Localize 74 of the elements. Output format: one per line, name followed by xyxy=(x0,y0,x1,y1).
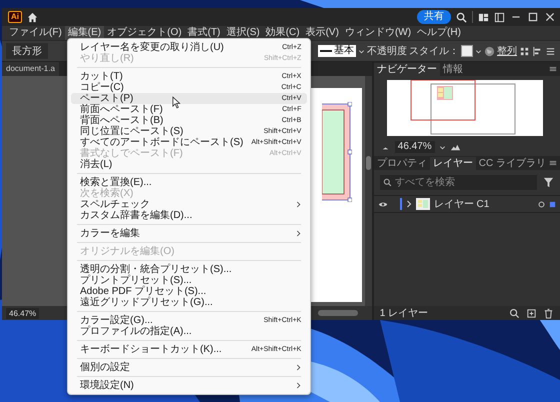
menu-item[interactable]: オブジェクト(O) xyxy=(104,26,185,40)
menu-item[interactable]: ファイル(F) xyxy=(6,26,65,40)
zoom-field[interactable]: 46.47% xyxy=(394,141,435,153)
panel-tab[interactable]: レイヤー xyxy=(430,157,476,170)
menu-item[interactable]: 選択(S) xyxy=(223,26,263,40)
align-link[interactable]: 整列 xyxy=(497,44,517,58)
menu-item[interactable]: カスタム辞書を編集(D)... xyxy=(71,210,308,221)
menu-item[interactable]: プリントプリセット(S)... xyxy=(71,275,308,286)
layer-row[interactable]: レイヤー C1 xyxy=(374,195,560,213)
panel-tab[interactable]: 情報 xyxy=(440,63,466,76)
style-label: スタイル： xyxy=(409,45,459,58)
panel-tab[interactable]: CC ライブラリ xyxy=(476,157,549,170)
chevron-icon xyxy=(296,230,302,237)
menu-item[interactable]: 検索と置換(E)... xyxy=(71,177,308,188)
caret-icon[interactable] xyxy=(358,48,365,54)
panel-tab[interactable]: ナビゲーター xyxy=(374,63,440,76)
document-tab[interactable]: document-1.a xyxy=(2,62,59,76)
menu-item[interactable]: 表示(V) xyxy=(302,26,342,40)
panel-icon[interactable] xyxy=(494,12,505,22)
app-logo: Ai xyxy=(8,11,22,23)
opacity-label[interactable]: 不透明度 xyxy=(367,44,407,58)
scrollbar[interactable] xyxy=(364,76,372,306)
tool-name: 長方形 xyxy=(6,43,48,59)
menu-icon[interactable] xyxy=(549,159,557,167)
cursor-icon xyxy=(172,96,181,109)
align-icon[interactable] xyxy=(532,46,543,56)
menu-item[interactable]: 消去(L) xyxy=(71,159,308,170)
home-icon[interactable] xyxy=(27,12,38,22)
close-icon[interactable] xyxy=(544,11,556,23)
menu-item[interactable]: Adobe PDF プリセット(S)... xyxy=(71,286,308,297)
menu-item[interactable]: 効果(C) xyxy=(262,26,303,40)
panel-tab[interactable]: プロパティ xyxy=(374,157,430,170)
zoom-field[interactable]: 46.47% xyxy=(6,308,40,318)
search-icon[interactable] xyxy=(380,175,395,190)
stroke-profile-dropdown[interactable]: 基本 xyxy=(318,45,356,57)
selection-icon[interactable] xyxy=(549,200,556,208)
menu-item[interactable]: 環境設定(N) xyxy=(71,380,308,391)
scrollbar[interactable] xyxy=(318,310,358,316)
style-swatch[interactable] xyxy=(461,45,473,57)
caret-icon[interactable] xyxy=(438,144,446,150)
menu-item[interactable]: 書式(T) xyxy=(184,26,224,40)
search-field[interactable]: すべてを検索 xyxy=(394,175,537,190)
arrange-icon[interactable] xyxy=(478,12,489,22)
share-button[interactable]: 共有 xyxy=(417,10,451,24)
filter-icon[interactable] xyxy=(543,177,554,188)
caret-icon[interactable] xyxy=(475,48,482,54)
layer-thumbnail xyxy=(416,198,430,210)
target-icon[interactable] xyxy=(538,200,545,208)
chevron-icon xyxy=(296,382,302,389)
new-layer-icon[interactable] xyxy=(526,308,537,318)
chevron-icon[interactable] xyxy=(406,200,412,208)
grid-icon[interactable] xyxy=(519,46,530,56)
layer-name: レイヤー C1 xyxy=(434,198,490,211)
rectangle-drawing[interactable] xyxy=(322,102,352,202)
search-icon[interactable] xyxy=(509,308,520,318)
menu-item[interactable]: スペルチェック xyxy=(71,199,308,210)
chevron-icon xyxy=(296,201,302,208)
menu-item[interactable]: ヘルプ(H) xyxy=(414,26,464,40)
menu-item[interactable]: プロファイルの指定(A)... xyxy=(71,326,308,337)
trash-icon[interactable] xyxy=(543,308,554,318)
search-icon[interactable] xyxy=(456,12,467,22)
menu-icon[interactable] xyxy=(549,65,557,73)
menu-item[interactable]: 透明の分割・統合プリセット(S)... xyxy=(71,264,308,275)
chevron-icon xyxy=(296,364,302,371)
maximize-icon[interactable] xyxy=(527,11,539,23)
menu-item[interactable]: カラーを編集 xyxy=(71,228,308,239)
menu-item[interactable]: 個別の設定 xyxy=(71,362,308,373)
list-icon[interactable] xyxy=(545,46,556,56)
globe-icon[interactable] xyxy=(484,46,495,56)
eye-icon[interactable] xyxy=(378,200,388,208)
menu-item[interactable]: 遠近グリッドプリセット(G)... xyxy=(71,297,308,308)
layer-count: 1 レイヤー xyxy=(380,307,428,320)
menu-item[interactable]: ウィンドウ(W) xyxy=(342,26,414,40)
stroke-line-icon xyxy=(320,48,332,54)
